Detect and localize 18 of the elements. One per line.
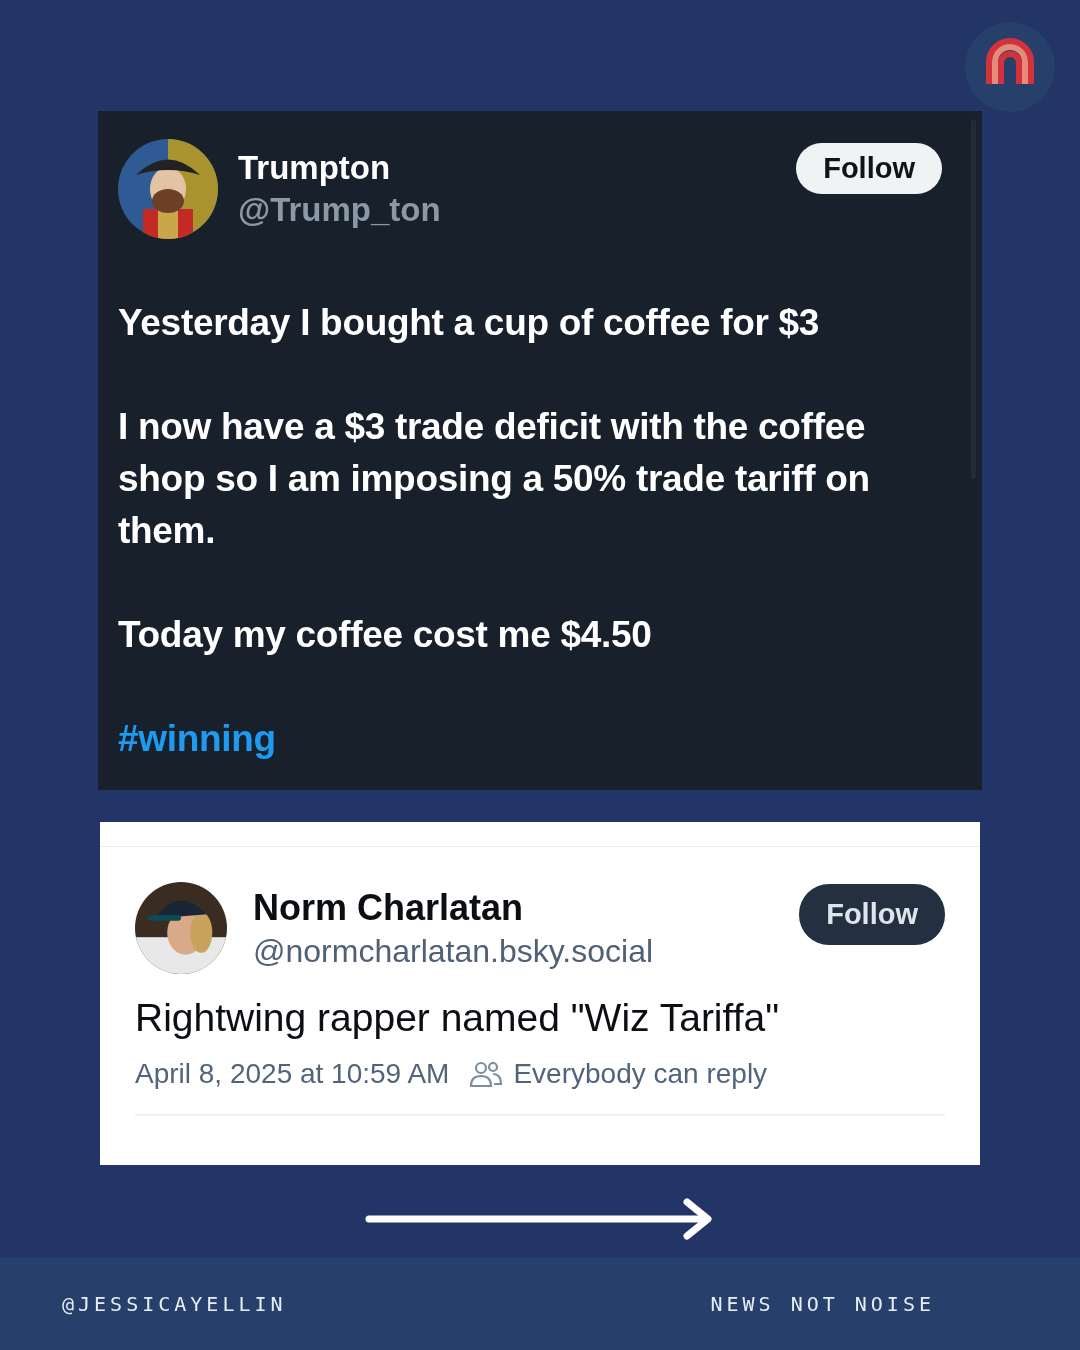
people-icon: [469, 1060, 504, 1088]
account-handle: @JESSICAYELLIN: [62, 1292, 287, 1316]
author-handle: @Trump_ton: [238, 191, 442, 229]
post-text: Yesterday I bought a cup of coffee for $3: [118, 301, 821, 345]
follow-button[interactable]: Follow: [799, 884, 945, 945]
author-name: Trumpton: [238, 149, 392, 187]
post-timestamp: April 8, 2025 at 10:59 AM: [135, 1058, 450, 1090]
arrow-icon: [365, 1197, 715, 1241]
post-text: I now have a $3 trade deficit with the coffee shop so I am imposing a 50% trade tariff on them.: [118, 405, 871, 553]
author-name: Norm Charlatan: [253, 886, 525, 929]
author-handle: @normcharlatan.bsky.social: [253, 932, 655, 970]
tagline: NEWS NOT NOISE: [710, 1292, 935, 1316]
post-text: Today my coffee cost me $4.50: [118, 613, 653, 657]
hashtag-link[interactable]: #winning: [118, 713, 942, 765]
reply-setting: Everybody can reply: [513, 1058, 768, 1090]
logo-icon: [965, 22, 1055, 112]
follow-button[interactable]: Follow: [796, 143, 942, 194]
post-text: Rightwing rapper named "Wiz Tariffa": [135, 996, 781, 1040]
